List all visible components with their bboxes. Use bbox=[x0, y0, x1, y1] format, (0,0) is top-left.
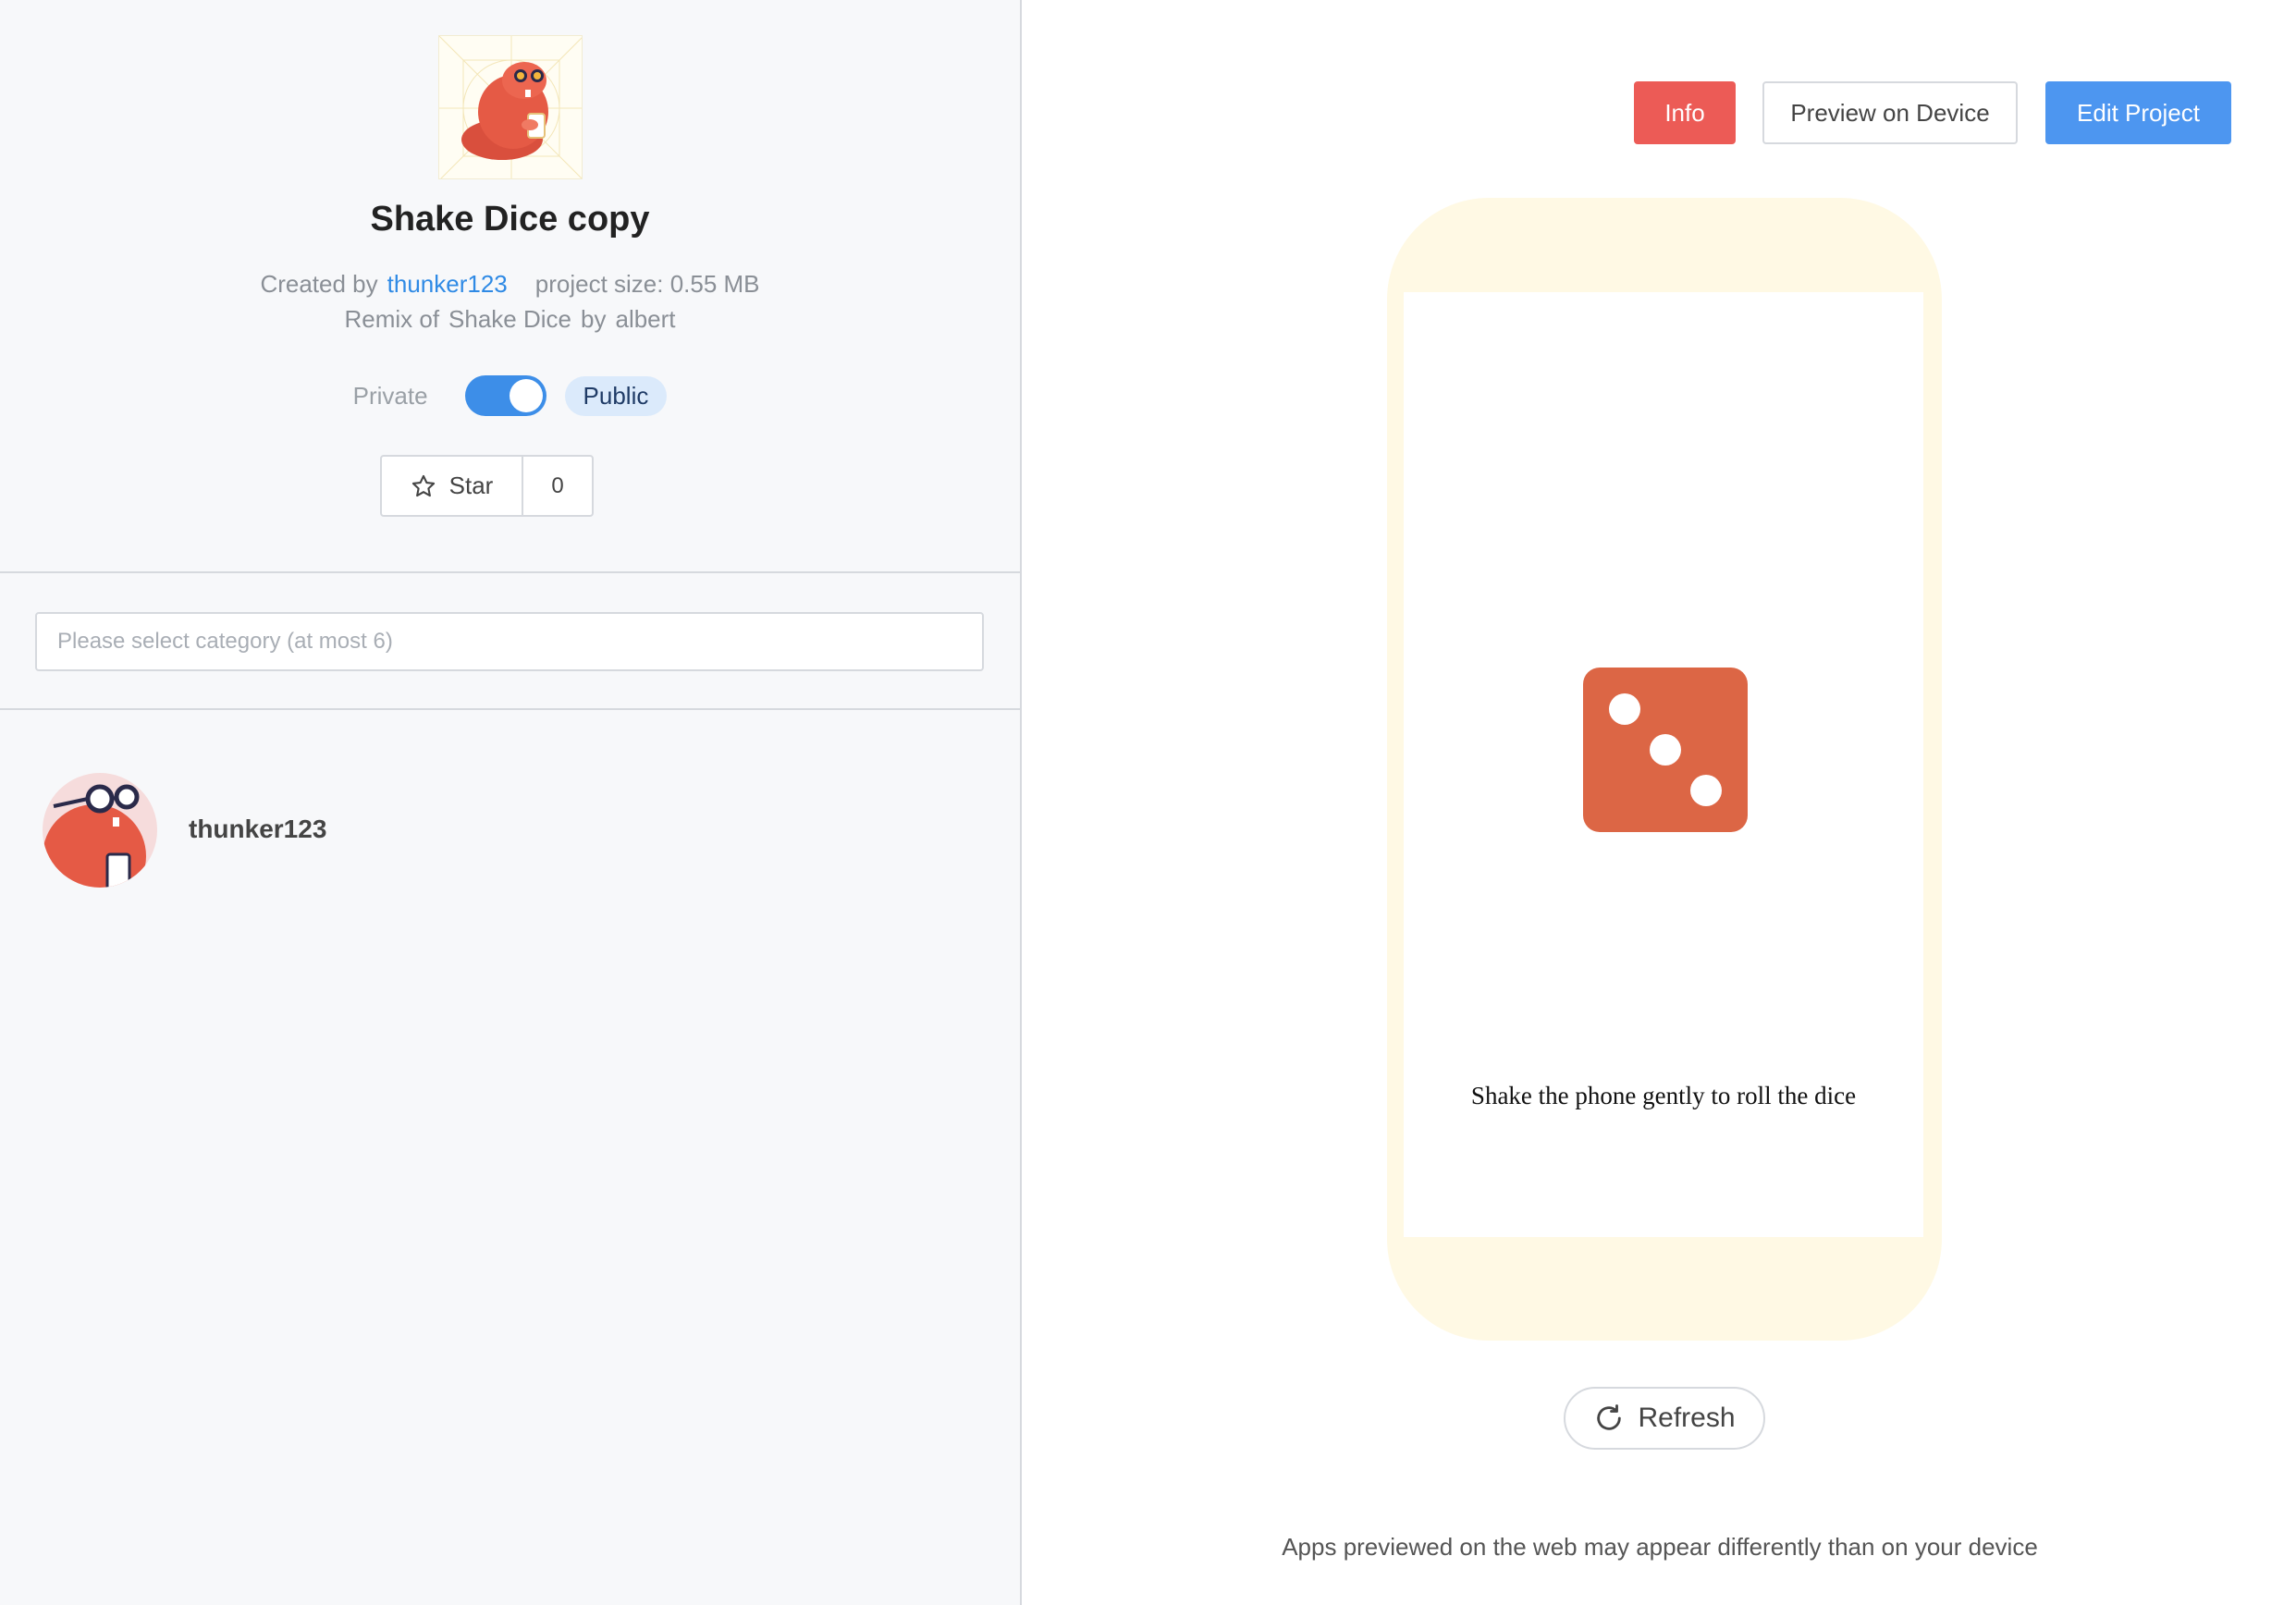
dice-pip bbox=[1650, 734, 1681, 766]
project-header: Shake Dice copy Created by thunker123 proj… bbox=[0, 0, 1020, 573]
project-meta: Created by thunker123 project size: 0.55 M… bbox=[0, 270, 1020, 299]
public-label: Public bbox=[564, 375, 668, 416]
owner-row[interactable]: thunker123 bbox=[41, 764, 326, 895]
created-by-label: Created by bbox=[260, 270, 378, 298]
beaver-mascot-image bbox=[439, 36, 582, 178]
remix-by-label: by bbox=[581, 305, 607, 333]
toggle-knob bbox=[509, 379, 543, 412]
star-group: Star 0 bbox=[380, 455, 594, 517]
edit-project-button[interactable]: Edit Project bbox=[2045, 81, 2231, 144]
star-outline-icon bbox=[411, 474, 435, 496]
star-count: 0 bbox=[551, 472, 564, 498]
dice-pip bbox=[1690, 775, 1722, 806]
project-thumbnail bbox=[438, 35, 583, 179]
privacy-toggle[interactable] bbox=[464, 375, 546, 416]
owner-avatar[interactable] bbox=[41, 764, 159, 895]
info-button[interactable]: Info bbox=[1634, 81, 1736, 144]
star-label: Star bbox=[448, 472, 494, 499]
owner-name[interactable]: thunker123 bbox=[189, 815, 326, 844]
category-section bbox=[0, 575, 1020, 710]
phone-frame: Shake the phone gently to roll the dice bbox=[1387, 198, 1942, 1341]
category-select-input[interactable] bbox=[35, 612, 984, 671]
star-button[interactable]: Star bbox=[382, 457, 523, 515]
project-info-panel: Shake Dice copy Created by thunker123 proj… bbox=[0, 0, 1022, 1605]
project-title: Shake Dice copy bbox=[370, 200, 650, 239]
refresh-button[interactable]: Refresh bbox=[1564, 1387, 1765, 1450]
privacy-control: Private Public bbox=[0, 374, 1020, 418]
creator-link[interactable]: thunker123 bbox=[387, 270, 508, 298]
shake-instruction-text: Shake the phone gently to roll the dice bbox=[1470, 1082, 1857, 1109]
private-label: Private bbox=[352, 381, 428, 410]
preview-on-device-button[interactable]: Preview on Device bbox=[1762, 81, 2018, 144]
project-size: project size: 0.55 MB bbox=[534, 270, 760, 298]
refresh-label: Refresh bbox=[1638, 1403, 1736, 1433]
preview-panel: Info Preview on Device Edit Project Shak… bbox=[1024, 0, 2296, 1605]
remix-source-link[interactable]: Shake Dice bbox=[448, 305, 571, 333]
app-preview-screen[interactable]: Shake the phone gently to roll the dice bbox=[1404, 292, 1923, 1237]
remix-of-label: Remix of bbox=[344, 305, 440, 333]
remix-author-link[interactable]: albert bbox=[615, 305, 675, 333]
refresh-icon bbox=[1597, 1404, 1622, 1430]
dice-pip bbox=[1609, 693, 1640, 725]
preview-disclaimer: Apps previewed on the web may appear dif… bbox=[1282, 1533, 2038, 1561]
beaver-avatar-image bbox=[43, 773, 157, 888]
remix-info: Remix of Shake Dice by albert bbox=[0, 305, 1020, 334]
dice-image bbox=[1583, 668, 1748, 832]
